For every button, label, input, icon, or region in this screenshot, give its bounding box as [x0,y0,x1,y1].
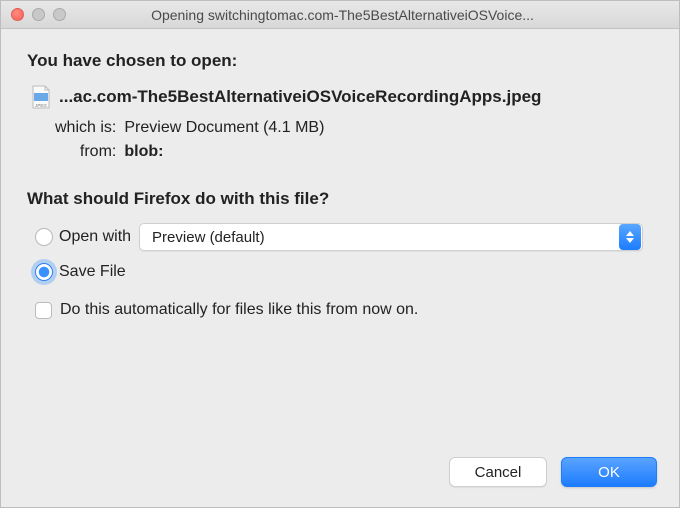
download-dialog: Opening switchingtomac.com-The5BestAlter… [0,0,680,508]
file-row: JPEG ...ac.com-The5BestAlternativeiOSVoi… [31,85,653,109]
svg-text:JPEG: JPEG [35,103,47,108]
save-file-row: Save File [35,263,653,281]
action-options: Open with Preview (default) Save File [35,223,653,281]
open-with-label[interactable]: Open with [57,228,131,246]
dialog-content: You have chosen to open: JPEG ...ac.com-… [1,29,679,339]
cancel-button[interactable]: Cancel [449,457,547,487]
window-title: Opening switchingtomac.com-The5BestAlter… [16,7,669,23]
open-with-radio[interactable] [35,228,53,246]
save-file-label[interactable]: Save File [57,263,126,281]
chevron-up-down-icon[interactable] [619,224,641,250]
jpeg-file-icon: JPEG [31,85,51,109]
open-with-select[interactable]: Preview (default) [139,223,643,251]
auto-label[interactable]: Do this automatically for files like thi… [60,301,418,319]
ok-button[interactable]: OK [561,457,657,487]
filename: ...ac.com-The5BestAlternativeiOSVoiceRec… [59,87,541,107]
open-with-row: Open with Preview (default) [35,223,653,251]
file-meta: which is: Preview Document (4.1 MB) from… [55,119,653,161]
from-value: blob: [124,143,324,161]
from-label: from: [55,143,116,161]
auto-checkbox[interactable] [35,302,52,319]
which-is-value: Preview Document (4.1 MB) [124,119,324,137]
which-is-label: which is: [55,119,116,137]
titlebar: Opening switchingtomac.com-The5BestAlter… [1,1,679,29]
save-file-radio[interactable] [35,263,53,281]
chosen-heading: You have chosen to open: [27,51,653,71]
action-question: What should Firefox do with this file? [27,189,653,209]
auto-row: Do this automatically for files like thi… [35,301,653,319]
open-with-selected-value: Preview (default) [152,229,265,246]
dialog-footer: Cancel OK [449,457,657,487]
